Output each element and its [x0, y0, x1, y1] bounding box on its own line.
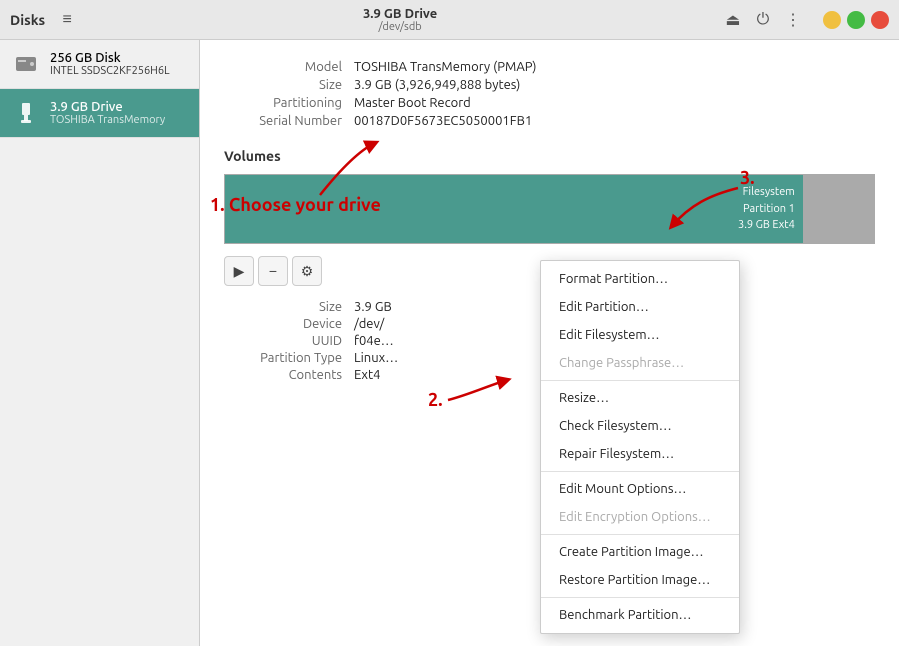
- context-menu: Format Partition…Edit Partition…Edit Fil…: [540, 260, 740, 634]
- sidebar: 256 GB Disk INTEL SSDSC2KF256H6L 3.9 GB …: [0, 40, 200, 646]
- partitioning-value: Master Boot Record: [354, 96, 471, 110]
- window-title: 3.9 GB Drive /dev/sdb: [363, 7, 437, 33]
- titlebar: Disks ≡ 3.9 GB Drive /dev/sdb ⏏ ⏻ ⋮ − □ …: [0, 0, 899, 40]
- size-value: 3.9 GB (3,926,949,888 bytes): [354, 78, 520, 92]
- detail-uuid-value: f04e…: [354, 334, 394, 348]
- serial-label: Serial Number: [224, 114, 354, 128]
- menu-item-check-filesystem-[interactable]: Check Filesystem…: [541, 412, 739, 440]
- disk-info-table: Model TOSHIBA TransMemory (PMAP) Size 3.…: [224, 60, 875, 128]
- serial-value: 00187D0F5673EC5050001FB1: [354, 114, 532, 128]
- menu-item-format-partition-[interactable]: Format Partition…: [541, 265, 739, 293]
- disk2-name: 3.9 GB Drive: [50, 100, 165, 114]
- partition-line2: Partition 1: [738, 201, 795, 218]
- drive-title: 3.9 GB Drive: [363, 7, 437, 21]
- menu-item-resize-[interactable]: Resize…: [541, 384, 739, 412]
- menu-item-create-partition-image-[interactable]: Create Partition Image…: [541, 538, 739, 566]
- menu-item-edit-filesystem-[interactable]: Edit Filesystem…: [541, 321, 739, 349]
- detail-parttype-value: Linux…: [354, 351, 398, 365]
- detail-uuid-label: UUID: [224, 334, 354, 348]
- size-label: Size: [224, 78, 354, 92]
- power-button[interactable]: ⏻: [751, 8, 775, 32]
- menu-item-benchmark-partition-[interactable]: Benchmark Partition…: [541, 601, 739, 629]
- disk1-name: 256 GB Disk: [50, 51, 170, 65]
- detail-parttype-label: Partition Type: [224, 351, 354, 365]
- play-button[interactable]: ▶: [224, 256, 254, 286]
- main-layout: 256 GB Disk INTEL SSDSC2KF256H6L 3.9 GB …: [0, 40, 899, 646]
- model-row: Model TOSHIBA TransMemory (PMAP): [224, 60, 875, 74]
- annotation-step1: 1. Choose your drive: [210, 195, 381, 215]
- partition-line3: 3.9 GB Ext4: [738, 217, 795, 234]
- detail-contents-label: Contents: [224, 368, 354, 382]
- annotation-step3: 3.: [740, 168, 755, 188]
- menu-separator: [541, 597, 739, 598]
- detail-device-value: /dev/: [354, 317, 384, 331]
- menu-item-change-passphrase-: Change Passphrase…: [541, 349, 739, 377]
- usb-icon: [12, 99, 40, 127]
- disk1-sub: INTEL SSDSC2KF256H6L: [50, 65, 170, 77]
- gear-button[interactable]: ⚙: [292, 256, 322, 286]
- size-row: Size 3.9 GB (3,926,949,888 bytes): [224, 78, 875, 92]
- disk2-sub: TOSHIBA TransMemory: [50, 114, 165, 126]
- volumes-heading: Volumes: [224, 148, 875, 164]
- menu-separator: [541, 380, 739, 381]
- detail-size-label: Size: [224, 300, 354, 314]
- detail-size-value: 3.9 GB: [354, 300, 392, 314]
- menu-separator: [541, 534, 739, 535]
- menu-button[interactable]: ⋮: [781, 8, 805, 32]
- detail-device-label: Device: [224, 317, 354, 331]
- menu-item-edit-encryption-options-: Edit Encryption Options…: [541, 503, 739, 531]
- maximize-button[interactable]: □: [847, 11, 865, 29]
- annotation-step2: 2.: [428, 390, 443, 410]
- menu-item-repair-filesystem-[interactable]: Repair Filesystem…: [541, 440, 739, 468]
- menu-item-edit-partition-[interactable]: Edit Partition…: [541, 293, 739, 321]
- app-title: Disks: [10, 12, 45, 28]
- sidebar-item-256gb[interactable]: 256 GB Disk INTEL SSDSC2KF256H6L: [0, 40, 199, 89]
- detail-contents-value: Ext4: [354, 368, 380, 382]
- minimize-button[interactable]: −: [823, 11, 841, 29]
- model-value: TOSHIBA TransMemory (PMAP): [354, 60, 537, 74]
- hamburger-button[interactable]: ≡: [55, 8, 79, 32]
- eject-button[interactable]: ⏏: [721, 8, 745, 32]
- menu-item-restore-partition-image-[interactable]: Restore Partition Image…: [541, 566, 739, 594]
- partitioning-row: Partitioning Master Boot Record: [224, 96, 875, 110]
- empty-partition: [803, 175, 874, 243]
- remove-button[interactable]: −: [258, 256, 288, 286]
- model-label: Model: [224, 60, 354, 74]
- menu-separator: [541, 471, 739, 472]
- sidebar-item-39gb[interactable]: 3.9 GB Drive TOSHIBA TransMemory: [0, 89, 199, 138]
- hdd-icon: [12, 50, 40, 78]
- serial-row: Serial Number 00187D0F5673EC5050001FB1: [224, 114, 875, 128]
- content-area: Model TOSHIBA TransMemory (PMAP) Size 3.…: [200, 40, 899, 646]
- window-controls: ⏏ ⏻ ⋮ − □ ✕: [721, 8, 889, 32]
- partitioning-label: Partitioning: [224, 96, 354, 110]
- menu-item-edit-mount-options-[interactable]: Edit Mount Options…: [541, 475, 739, 503]
- drive-path: /dev/sdb: [378, 21, 421, 33]
- close-button[interactable]: ✕: [871, 11, 889, 29]
